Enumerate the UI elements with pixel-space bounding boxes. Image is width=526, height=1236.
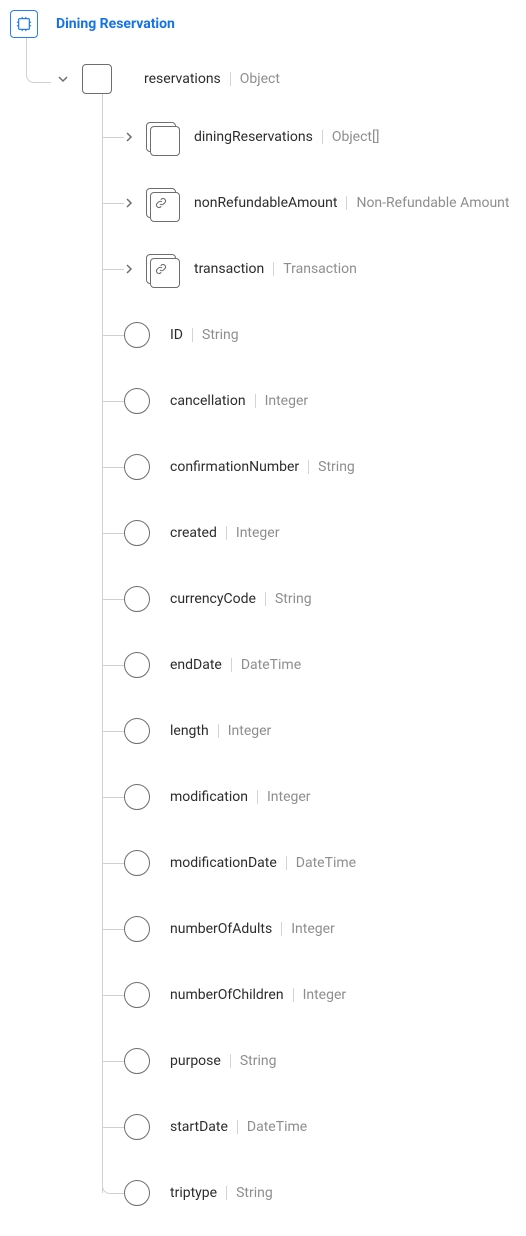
schema-header: Dining Reservation xyxy=(10,10,516,38)
field-type: DateTime xyxy=(296,855,356,871)
field-type: Transaction xyxy=(283,261,357,277)
field-type: Integer xyxy=(228,723,272,739)
schema-icon xyxy=(10,10,38,38)
field-name: numberOfAdults xyxy=(170,921,272,937)
field-name: endDate xyxy=(170,657,222,673)
field-type: Object[] xyxy=(332,129,380,145)
scalar-icon xyxy=(124,784,150,810)
chevron-right-icon[interactable] xyxy=(124,264,134,274)
tree-node-nonRefundableAmount[interactable]: nonRefundableAmount Non-Refundable Amount xyxy=(102,170,516,236)
scalar-icon xyxy=(124,850,150,876)
tree-node-diningReservations[interactable]: diningReservations Object[] xyxy=(102,104,516,170)
tree-node-cancellation[interactable]: cancellation Integer xyxy=(102,368,516,434)
field-name: created xyxy=(170,525,217,541)
scalar-icon xyxy=(124,586,150,612)
field-name: ID xyxy=(170,327,183,343)
field-type: DateTime xyxy=(241,657,301,673)
tree-node-startDate[interactable]: startDate DateTime xyxy=(102,1094,516,1160)
field-name: currencyCode xyxy=(170,591,256,607)
field-name: length xyxy=(170,723,209,739)
root-node[interactable]: reservations Object xyxy=(58,64,516,94)
field-name: transaction xyxy=(194,261,264,277)
field-type: String xyxy=(236,1185,273,1201)
field-type: String xyxy=(275,591,312,607)
scalar-icon xyxy=(124,652,150,678)
schema-tree: reservations Object diningReservations Ob… xyxy=(10,64,516,1226)
chevron-right-icon[interactable] xyxy=(124,198,134,208)
tree-node-modificationDate[interactable]: modificationDate DateTime xyxy=(102,830,516,896)
scalar-icon xyxy=(124,916,150,942)
tree-node-transaction[interactable]: transaction Transaction xyxy=(102,236,516,302)
array-object-icon xyxy=(146,122,176,152)
tree-node-ID[interactable]: ID String xyxy=(102,302,516,368)
scalar-icon xyxy=(124,982,150,1008)
field-type: Integer xyxy=(265,393,309,409)
tree-node-numberOfAdults[interactable]: numberOfAdults Integer xyxy=(102,896,516,962)
scalar-icon xyxy=(124,388,150,414)
field-name: modification xyxy=(170,789,248,805)
field-name: modificationDate xyxy=(170,855,277,871)
field-name: confirmationNumber xyxy=(170,459,299,475)
field-type: Non-Refundable Amount xyxy=(356,195,509,211)
field-name: triptype xyxy=(170,1185,217,1201)
tree-node-purpose[interactable]: purposeString xyxy=(102,1028,516,1094)
tree-node-triptype[interactable]: triptype String xyxy=(102,1160,516,1226)
tree-node-numberOfChildren[interactable]: numberOfChildren Integer xyxy=(102,962,516,1028)
field-name: diningReservations xyxy=(194,129,313,145)
scalar-icon xyxy=(124,454,150,480)
field-name: nonRefundableAmount xyxy=(194,195,337,211)
field-type: Integer xyxy=(267,789,311,805)
tree-node-confirmationNumber[interactable]: confirmationNumber String xyxy=(102,434,516,500)
tree-node-length[interactable]: length Integer xyxy=(102,698,516,764)
field-name: numberOfChildren xyxy=(170,987,284,1003)
scalar-icon xyxy=(124,520,150,546)
field-type: Integer xyxy=(303,987,347,1003)
link-icon xyxy=(146,188,176,218)
object-icon xyxy=(82,64,112,94)
tree-node-currencyCode[interactable]: currencyCode String xyxy=(102,566,516,632)
link-icon xyxy=(146,254,176,284)
tree-node-modification[interactable]: modification Integer xyxy=(102,764,516,830)
root-field-name: reservations xyxy=(144,71,221,87)
scalar-icon xyxy=(124,1048,150,1074)
root-field-type: Object xyxy=(240,71,280,87)
scalar-icon xyxy=(124,322,150,348)
chevron-down-icon[interactable] xyxy=(58,74,68,84)
field-type: Integer xyxy=(291,921,335,937)
scalar-icon xyxy=(124,1180,150,1206)
scalar-icon xyxy=(124,718,150,744)
field-type: DateTime xyxy=(247,1119,307,1135)
field-type: String xyxy=(202,327,239,343)
root-children: diningReservations Object[] nonRefundableA… xyxy=(102,94,516,1226)
tree-node-created[interactable]: created Integer xyxy=(102,500,516,566)
chevron-right-icon[interactable] xyxy=(124,132,134,142)
field-name: cancellation xyxy=(170,393,246,409)
schema-title[interactable]: Dining Reservation xyxy=(56,16,175,32)
field-type: Integer xyxy=(236,525,280,541)
tree-node-endDate[interactable]: endDate DateTime xyxy=(102,632,516,698)
field-type: String xyxy=(318,459,355,475)
field-name: startDate xyxy=(170,1119,228,1135)
scalar-icon xyxy=(124,1114,150,1140)
